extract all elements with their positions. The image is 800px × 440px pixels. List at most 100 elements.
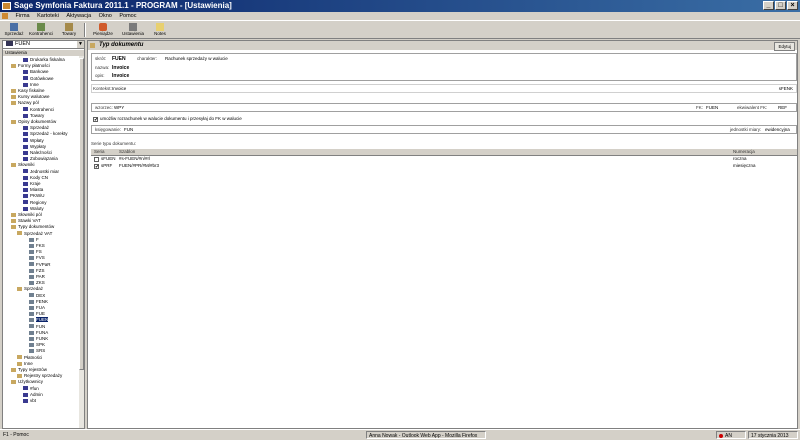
column-header-seria[interactable]: Seria <box>94 149 105 155</box>
sales-button[interactable]: Sprzedaż <box>3 22 25 38</box>
tree-item[interactable]: Inne <box>17 361 33 367</box>
tree-item[interactable]: Jednostki miar <box>23 169 59 175</box>
tree-scrollbar[interactable] <box>79 56 84 428</box>
tree-item[interactable]: Płatności <box>17 355 42 361</box>
tree-item[interactable]: Admin <box>23 392 43 398</box>
tree-item[interactable]: FUA <box>29 305 45 311</box>
tree-item[interactable]: DEX <box>29 293 45 299</box>
tree-item[interactable]: Sprzedaż VAT <box>17 231 52 237</box>
tree-item[interactable]: SRS <box>29 348 45 354</box>
contractors-button[interactable]: Kontrahenci <box>27 22 55 38</box>
tree-item[interactable]: Sprzedaż - korekty <box>23 131 68 137</box>
row-checkbox[interactable] <box>94 157 99 162</box>
tree-item[interactable]: Nazwy pól <box>11 100 39 106</box>
menu-pomoc[interactable]: Pomoc <box>119 12 136 20</box>
column-header-szablon[interactable]: Szablon <box>119 149 135 155</box>
tree-item[interactable]: FKS <box>29 243 45 249</box>
tree-item[interactable]: vbt <box>23 398 36 404</box>
document-type-combo[interactable]: FUEN ▼ <box>3 41 84 49</box>
tree-item[interactable]: Bankowe <box>23 69 49 75</box>
tree-item[interactable]: Kody CN <box>23 175 48 181</box>
tree-item[interactable]: Kasy fiskalne <box>11 88 45 94</box>
tree-item[interactable]: FUN <box>29 324 45 330</box>
scrollbar-thumb[interactable] <box>79 58 84 370</box>
tree-item[interactable]: FZS <box>29 268 45 274</box>
tree-item[interactable]: Gotówkowe <box>23 76 54 82</box>
minimize-button[interactable]: _ <box>763 1 774 10</box>
tree-item[interactable]: FS <box>29 249 42 255</box>
tree-item[interactable]: FVPaR <box>29 262 51 268</box>
goods-button[interactable]: Towary <box>58 22 80 38</box>
tree-item[interactable]: Inne <box>23 82 39 88</box>
tree-item[interactable]: Drukarka fiskalna <box>23 57 65 63</box>
menu-okno[interactable]: Okno <box>99 12 112 20</box>
tree-item[interactable]: Kontrahenci <box>23 107 54 113</box>
tree-item[interactable]: Słowniki <box>11 162 35 168</box>
settings-button[interactable]: Ustawienia <box>119 22 147 38</box>
table-row[interactable]: ✔ sPRF FUEN/#PR/#M/#br3 miesięczna <box>91 163 797 170</box>
panel-title: Typ dokumentu <box>99 42 144 48</box>
tree-item[interactable]: Zobowiązania <box>23 156 58 162</box>
tree-item[interactable]: Należności <box>23 150 52 156</box>
tree-item[interactable]: Opisy dokumentów <box>11 119 56 125</box>
edit-button[interactable]: Edytuj <box>774 42 795 51</box>
maximize-button[interactable]: □ <box>775 1 786 10</box>
tree-item[interactable]: Stawki VAT <box>11 218 41 224</box>
series-title: Serie typu dokumentu: <box>91 141 137 146</box>
tree-item[interactable]: PAR <box>29 274 45 280</box>
tree-item[interactable]: Typy dokumentów <box>11 224 54 230</box>
kontekst-label: Kontekst: <box>93 86 112 91</box>
ekwiwalent-label: ekwiwalent FK: <box>737 105 768 110</box>
tree-item[interactable]: Wpłaty <box>23 138 44 144</box>
tree-item[interactable]: SPK <box>29 342 45 348</box>
tree-item[interactable]: Użytkownicy <box>11 379 43 385</box>
tree-item[interactable]: Formy płatności <box>11 63 50 69</box>
document-icon <box>29 318 34 323</box>
tree-item[interactable]: FVS <box>29 255 45 261</box>
document-menu-icon[interactable] <box>2 12 8 19</box>
tree-item[interactable]: ZKS <box>29 280 45 286</box>
tree-item[interactable]: F <box>29 237 39 243</box>
tree-item[interactable]: Regiony <box>23 200 47 206</box>
folder-icon <box>17 231 22 236</box>
tree-item-label: vbt <box>30 398 37 403</box>
tree-item[interactable]: Słowniki pól <box>11 212 42 218</box>
row-checkbox[interactable]: ✔ <box>94 164 99 170</box>
taskbar-item[interactable]: Anna Nowak - Outlook Web App - Mozilla F… <box>366 431 486 439</box>
tree-item[interactable]: Waluty <box>23 206 44 212</box>
tree-item[interactable]: Sprzedaż <box>17 286 43 292</box>
table-row[interactable]: sFUEN #s-FUEN/#n/#rl roczna <box>91 156 797 163</box>
tree-item[interactable]: FENK <box>29 299 48 305</box>
tree-item-label: ZKS <box>36 280 45 286</box>
close-button[interactable]: × <box>787 1 798 10</box>
notes-button[interactable]: Notes <box>150 22 170 38</box>
document-icon <box>23 107 28 112</box>
tree-item[interactable]: PKWiU <box>23 193 45 199</box>
menu-aktywacja[interactable]: Aktywacja <box>66 12 91 20</box>
tree-item[interactable]: FUE <box>29 311 45 317</box>
nazwa-value: Invoice <box>112 65 130 71</box>
tree-item[interactable]: Sprzedaż <box>23 125 49 131</box>
menu-firma[interactable]: Firma <box>16 12 30 20</box>
money-button[interactable]: Pieniądze <box>90 22 116 38</box>
tree-item[interactable]: #fun <box>23 386 39 392</box>
kontekst-right-value: sFENK <box>778 86 793 91</box>
panel-header: Typ dokumentu Edytuj <box>88 41 797 51</box>
currency-settlement-checkbox[interactable]: ✔ <box>93 117 98 123</box>
chevron-down-icon[interactable]: ▼ <box>77 41 84 48</box>
menu-kartoteki[interactable]: Kartoteki <box>37 12 59 20</box>
document-icon <box>29 256 34 261</box>
tree-item[interactable]: FUNA <box>29 330 48 336</box>
tree-item[interactable]: FUNK <box>29 336 48 342</box>
tree-item[interactable]: Typy rejestrów <box>11 367 47 373</box>
tree-item-label: Towary <box>30 112 45 118</box>
tree-item-label: Jednostki miar <box>30 168 60 174</box>
tree-item[interactable]: Kraje <box>23 181 41 187</box>
tree-item[interactable]: Rejestry sprzedaży <box>17 373 62 379</box>
tree-item[interactable]: Towary <box>23 113 44 119</box>
column-header-numeracja[interactable]: Numeracja <box>733 149 755 155</box>
tree-item[interactable]: Wypłaty <box>23 144 46 150</box>
tree-item[interactable]: Miasta <box>23 187 43 193</box>
tree-item[interactable]: Kursy walutowe <box>11 94 50 100</box>
tree-item[interactable]: FUEN <box>29 317 49 323</box>
